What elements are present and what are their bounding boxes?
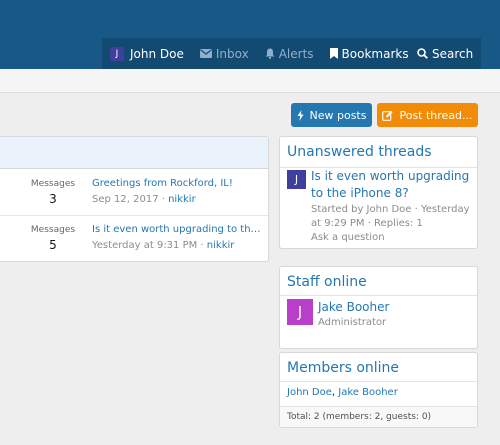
bolt-icon — [297, 109, 304, 121]
nav-inbox-label: Inbox — [215, 46, 249, 61]
bookmark-icon — [329, 48, 338, 59]
account-nav: J John Doe Inbox Alerts Bookmarks — [102, 38, 417, 69]
messages-label: Messages — [30, 179, 76, 189]
nav-alerts[interactable]: Alerts — [256, 38, 322, 69]
unanswered-thread-meta: Started by John Doe · Yesterday at 9:29 … — [311, 203, 473, 245]
sub-navigation-bar — [0, 69, 500, 93]
members-online-list: John Doe, Jake Booher — [287, 387, 398, 398]
staff-online-block: Staff online J Jake Booher Administrator — [279, 266, 478, 349]
post-thread-button[interactable]: Post thread... — [377, 103, 478, 127]
member-link[interactable]: Jake Booher — [338, 387, 398, 398]
meta-line: Started by John Doe · Yesterday — [311, 204, 470, 215]
members-online-total: Total: 2 (members: 2, guests: 0) — [280, 406, 477, 427]
thread-author-link[interactable]: nikkir — [168, 194, 196, 205]
nav-user-account[interactable]: J John Doe — [102, 38, 192, 69]
divider — [280, 381, 477, 382]
nav-bookmarks[interactable]: Bookmarks — [321, 38, 417, 69]
nav-user-name: John Doe — [130, 46, 184, 61]
divider — [280, 295, 477, 296]
thread-title-link[interactable]: Greetings from Rockford, IL! — [92, 178, 262, 189]
staff-member-role: Administrator — [318, 317, 387, 328]
new-posts-label: New posts — [309, 108, 367, 122]
threads-block: Messages 3 Greetings from Rockford, IL! … — [0, 136, 270, 262]
staff-member-name-link[interactable]: Jake Booher — [318, 300, 389, 314]
thread-date: Yesterday at 9:31 PM · — [92, 240, 207, 251]
nav-bookmarks-label: Bookmarks — [341, 46, 409, 61]
nav-search[interactable]: Search — [409, 38, 482, 69]
forum-name: Ask a question — [311, 232, 385, 243]
nav-alerts-label: Alerts — [278, 46, 314, 61]
thread-row: Messages 3 Greetings from Rockford, IL! … — [0, 170, 270, 216]
search-nav: Search — [409, 38, 482, 69]
nav-inbox[interactable]: Inbox — [191, 38, 257, 69]
unanswered-threads-block: Unanswered threads J Is it even worth up… — [279, 136, 478, 249]
new-posts-button[interactable]: New posts — [291, 103, 372, 127]
top-header: J John Doe Inbox Alerts Bookmarks Search — [0, 0, 500, 69]
messages-count: 5 — [49, 238, 57, 252]
thread-title-link[interactable]: Is it even worth upgrading to the iPhone… — [92, 224, 262, 235]
members-online-block: Members online John Doe, Jake Booher Tot… — [279, 352, 478, 428]
member-link[interactable]: John Doe — [287, 387, 332, 398]
messages-count: 3 — [49, 192, 57, 206]
user-avatar: J — [110, 46, 124, 61]
unanswered-threads-title[interactable]: Unanswered threads — [287, 144, 432, 160]
thread-meta: Sep 12, 2017 · nikkir — [92, 194, 196, 205]
meta-line: at 9:29 PM · Replies: 1 — [311, 218, 423, 229]
members-online-title[interactable]: Members online — [287, 360, 399, 376]
edit-icon — [382, 110, 394, 121]
thread-meta: Yesterday at 9:31 PM · nikkir — [92, 240, 234, 251]
threads-block-header — [0, 137, 268, 169]
thread-row: Messages 5 Is it even worth upgrading to… — [0, 216, 270, 262]
unanswered-thread-title-link[interactable]: Is it even worth upgrading to the iPhone… — [311, 168, 473, 202]
thread-author-link[interactable]: nikkir — [207, 240, 235, 251]
search-icon — [417, 48, 428, 59]
bell-icon — [265, 48, 275, 59]
avatar[interactable]: J — [287, 299, 313, 325]
thread-date: Sep 12, 2017 · — [92, 194, 169, 205]
messages-label: Messages — [30, 225, 76, 235]
staff-online-title[interactable]: Staff online — [287, 274, 367, 290]
avatar[interactable]: J — [287, 170, 306, 189]
envelope-icon — [199, 49, 212, 58]
post-thread-label: Post thread... — [399, 108, 473, 122]
nav-search-label: Search — [432, 46, 474, 61]
